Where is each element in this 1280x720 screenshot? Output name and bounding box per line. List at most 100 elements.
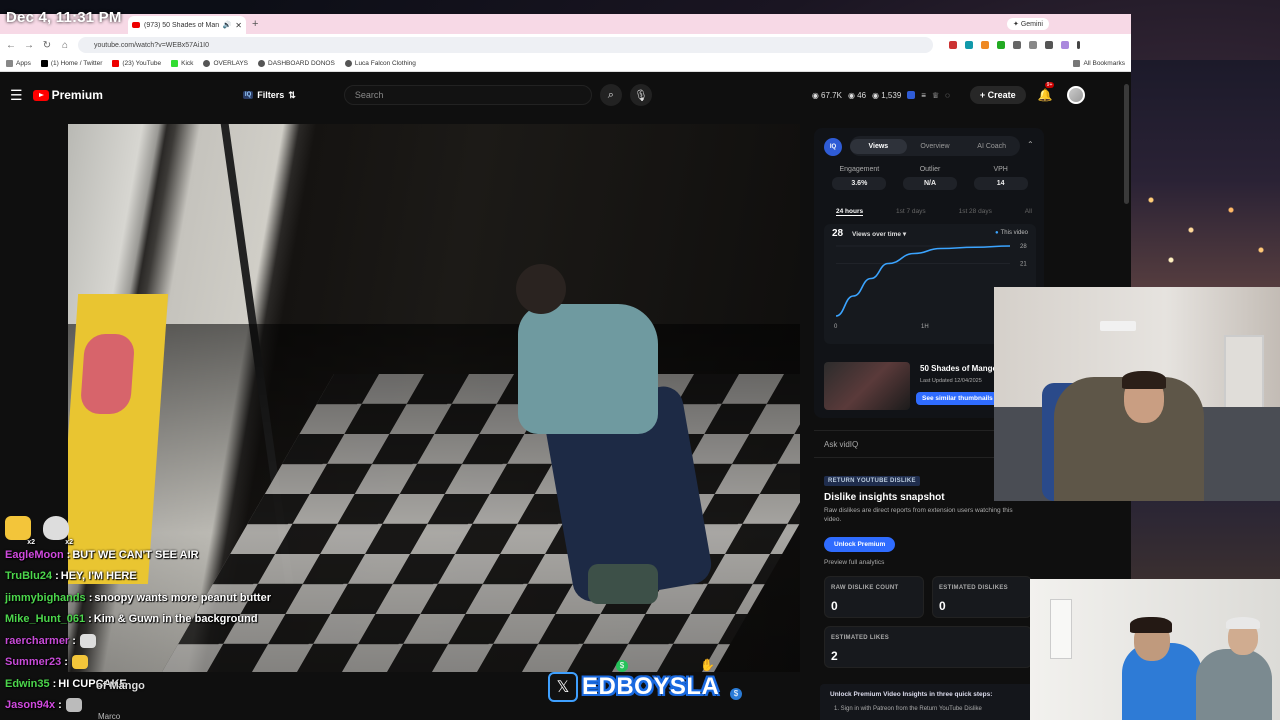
similar-thumbnails-button[interactable]: See similar thumbnails <box>916 392 999 405</box>
trophy-icon[interactable]: ♕ <box>932 91 939 100</box>
estimated-likes-card: ESTIMATED LIKES 2 <box>824 626 1032 668</box>
extension-icon[interactable] <box>997 41 1005 49</box>
youtube-logo[interactable]: Premium <box>32 88 103 102</box>
logo-text: Premium <box>51 88 103 102</box>
bookmark-label: Luca Falcon Clothing <box>354 60 416 67</box>
card-label: ESTIMATED DISLIKES <box>939 585 1008 591</box>
microphone-icon[interactable]: 🎙 <box>629 84 652 106</box>
reload-icon[interactable]: ↻ <box>42 40 52 51</box>
tab-overview[interactable]: Overview <box>907 143 964 150</box>
extension-icon[interactable] <box>1029 41 1037 49</box>
chat-user: Jason94x <box>5 699 56 712</box>
notification-badge: 9+ <box>1044 82 1055 88</box>
url-field[interactable]: youtube.com/watch?v=WEBx57Ai1I0 <box>78 37 933 53</box>
chat-user: TruBlu24 <box>5 570 53 583</box>
bookmark-overlays[interactable]: OVERLAYS <box>203 60 248 67</box>
create-label: Create <box>987 90 1016 100</box>
metric-label: VPH <box>993 166 1008 173</box>
dollar-icon: $ <box>616 660 628 672</box>
extension-icon[interactable] <box>981 41 989 49</box>
forward-icon[interactable]: → <box>24 40 34 51</box>
webcam-ac-unit <box>1100 321 1136 331</box>
bookmark-kick[interactable]: Kick <box>171 60 193 67</box>
chat-message: Summer23: <box>5 652 305 674</box>
search-input[interactable]: Search <box>343 85 592 105</box>
apps-icon <box>6 60 13 67</box>
collapse-icon[interactable]: ⌃ <box>1027 140 1034 149</box>
tab-views[interactable]: Views <box>850 138 907 154</box>
metrics-row: Engagement 3.6% Outlier N/A VPH 14 <box>824 166 1036 190</box>
city-background <box>1131 60 1280 300</box>
all-bookmarks-label: All Bookmarks <box>1083 60 1125 67</box>
period-7d[interactable]: 1st 7 days <box>896 208 926 216</box>
bookmark-donos[interactable]: DASHBOARD DONOS <box>258 60 335 67</box>
dislike-description: Raw dislikes are direct reports from ext… <box>824 507 1013 523</box>
extension-icon[interactable] <box>949 41 957 49</box>
video-person <box>498 264 748 624</box>
period-28d[interactable]: 1st 28 days <box>959 208 992 216</box>
screen: Dec 4, 11:31 PM (973) 50 Shades of Mango… <box>0 0 1280 720</box>
tab-youtube[interactable]: (973) 50 Shades of Mango 🔊 ✕ <box>128 16 246 34</box>
x-icon <box>40 60 48 67</box>
back-icon[interactable]: ← <box>6 40 16 51</box>
extension-icon[interactable] <box>1061 41 1069 49</box>
extension-icon[interactable] <box>1045 41 1053 49</box>
webcam2-person2-body <box>1196 649 1272 720</box>
ask-vidiq-placeholder: Ask vidIQ <box>824 439 859 449</box>
emote-count: x2 <box>27 539 35 546</box>
youtube-favicon-icon <box>132 22 140 28</box>
likes-value: 46 <box>857 90 867 100</box>
extension-icon[interactable] <box>965 41 973 49</box>
likes-stat: ◉ 46 <box>847 90 867 100</box>
tab-ai-coach[interactable]: AI Coach <box>963 143 1020 150</box>
chat-text: HEY, I'M HERE <box>60 570 137 583</box>
chat-icon[interactable]: ◌ <box>945 91 950 100</box>
gemini-button[interactable]: ✦ Gemini <box>1007 18 1049 30</box>
sliders-icon: ⇅ <box>288 89 296 100</box>
bookmark-apps[interactable]: Apps <box>6 60 31 67</box>
list-icon[interactable]: ≡ <box>921 91 926 100</box>
video-title: 50 Shades of Mango <box>920 364 998 373</box>
menu-icon[interactable]: ☰ <box>10 87 23 104</box>
page-scrollbar[interactable] <box>1124 84 1129 204</box>
cat-emote-icon <box>79 633 96 648</box>
new-tab-button[interactable]: + <box>252 18 258 30</box>
step-1: 1. Sign in with Patreon from the Return … <box>834 706 982 712</box>
all-bookmarks[interactable]: All Bookmarks <box>1073 60 1125 67</box>
audio-icon[interactable]: 🔊 <box>223 21 232 29</box>
emote-icon <box>71 655 88 670</box>
webcam-main <box>994 287 1280 501</box>
vidiq-icon[interactable] <box>907 91 916 99</box>
tab-bar: (973) 50 Shades of Mango 🔊 ✕ + ✦ Gemini <box>0 14 1131 34</box>
video-thumbnail[interactable] <box>824 362 910 410</box>
create-button[interactable]: + Create <box>969 86 1026 104</box>
home-icon[interactable]: ⌂ <box>60 40 70 51</box>
preview-analytics-link[interactable]: Preview full analytics <box>824 559 884 566</box>
chat-message: TruBlu24: HEY, I'M HERE <box>5 570 137 583</box>
chat-user: Mike_Hunt_061 <box>5 613 86 626</box>
period-all[interactable]: All <box>1025 208 1032 216</box>
chat-text: BUT WE CAN'T SEE AIR <box>72 548 199 561</box>
notifications-icon[interactable]: 🔔 9+ <box>1038 82 1055 102</box>
edboysla-logo: 𝕏 EDBOYSLA $ $ ✋ <box>548 658 742 704</box>
chart-y-tick: 21 <box>1020 262 1027 268</box>
bookmark-clothing[interactable]: Luca Falcon Clothing <box>344 60 416 67</box>
close-tab-icon[interactable]: ✕ <box>235 21 242 30</box>
globe-icon <box>344 60 352 67</box>
emote-icon <box>65 698 82 713</box>
estimated-dislikes-card: ESTIMATED DISLIKES 0 <box>932 576 1032 618</box>
filters-button[interactable]: IQ Filters ⇅ <box>242 89 296 101</box>
period-24h[interactable]: 24 hours <box>836 208 864 216</box>
channel-stats: ◉ 67.7K ◉ 46 ◉ 1,539 ≡ ♕ ◌ <box>812 91 950 100</box>
webcam2-person1-hair <box>1130 617 1172 633</box>
bookmark-youtube[interactable]: (23) YouTube <box>112 60 161 67</box>
unlock-premium-button[interactable]: Unlock Premium <box>824 537 896 552</box>
ryd-tag: RETURN YOUTUBE DISLIKE <box>824 476 920 486</box>
extension-icon[interactable] <box>1013 41 1021 49</box>
search-icon[interactable]: ⌕ <box>599 84 622 106</box>
video-person-shoe <box>588 564 658 604</box>
avatar[interactable] <box>1066 86 1085 104</box>
bookmark-twitter[interactable]: (1) Home / Twitter <box>40 60 102 67</box>
steps-heading: Unlock Premium Video Insights in three q… <box>830 691 993 698</box>
menu-icon[interactable] <box>1077 41 1080 49</box>
